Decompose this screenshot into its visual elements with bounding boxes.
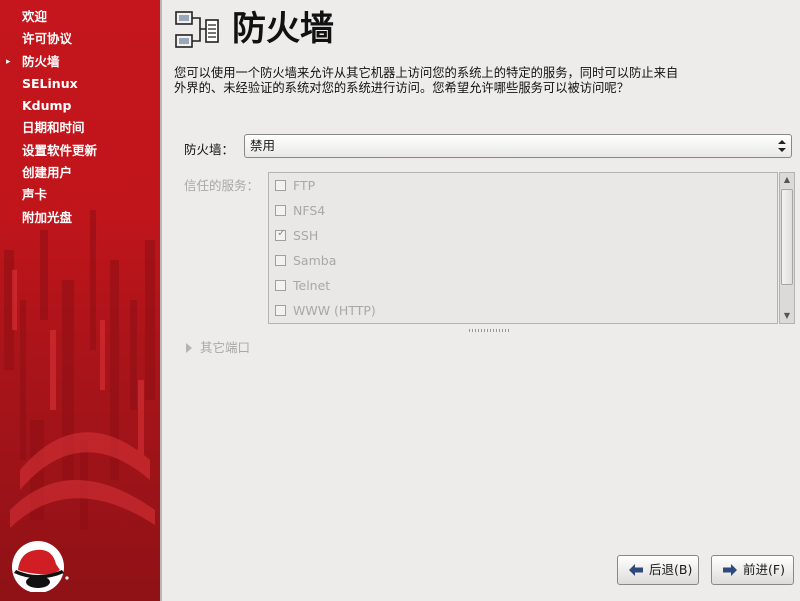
sidebar-item-label: 创建用户 [22,165,73,181]
sidebar-item-label: Kdump [22,98,72,114]
service-name: NFS4 [293,203,326,218]
service-checkbox[interactable] [275,305,286,316]
services-scrollbar[interactable]: ▲ ▼ [779,172,795,324]
sidebar-steps: 欢迎 许可协议 ▸ 防火墙 SELinux Kdump 日期和时间 设置软件更新 … [0,6,160,229]
sidebar-item-label: 声卡 [22,187,48,203]
sidebar-item-kdump: Kdump [0,95,160,117]
trusted-services-list[interactable]: FTP NFS4 ✓ SSH Samba Telnet WWW (HTTP) [268,172,778,324]
service-checkbox[interactable] [275,255,286,266]
page-title: 防火墙 [232,9,334,49]
current-step-arrow-icon: ▸ [6,56,11,67]
firewall-state-select[interactable]: 禁用 [244,134,792,158]
service-checkbox-checked[interactable]: ✓ [275,228,286,241]
firewall-label: 防火墙： [184,142,235,157]
trusted-services-label: 信任的服务： [184,178,260,193]
service-name: FTP [293,178,316,193]
network-firewall-icon [175,11,219,48]
sidebar-item-date-time: 日期和时间 [0,117,160,139]
sidebar-item-label: 欢迎 [22,9,48,24]
service-name: Telnet [293,278,331,293]
redhat-logo-icon [12,541,69,592]
sidebar-item-label: 设置软件更新 [22,142,98,158]
sidebar-item-label: 防火墙 [22,53,60,69]
sidebar: 欢迎 许可协议 ▸ 防火墙 SELinux Kdump 日期和时间 设置软件更新 … [0,0,160,601]
arrow-left-icon [629,564,643,576]
service-name: WWW (HTTP) [293,303,376,318]
service-name: SSH [293,228,319,243]
service-checkbox[interactable] [275,180,286,191]
service-name: Samba [293,253,337,268]
checkmark-icon: ✓ [277,228,286,239]
sidebar-item-software-updates: 设置软件更新 [0,140,160,162]
sidebar-item-firewall: ▸ 防火墙 [0,51,160,73]
sidebar-item-label: 许可协议 [22,31,73,47]
sidebar-item-label: 附加光盘 [22,209,73,225]
arrow-right-icon [723,564,737,576]
sidebar-item-license: 许可协议 [0,28,160,50]
scroll-down-arrow-icon[interactable]: ▼ [780,309,794,323]
sidebar-item-additional-cds: 附加光盘 [0,207,160,229]
sidebar-item-selinux: SELinux [0,73,160,95]
sidebar-item-label: SELinux [22,75,78,91]
next-button-label: 前进(F) [743,562,785,577]
service-checkbox[interactable] [275,280,286,291]
updown-arrows-icon [778,140,786,152]
back-button-label: 后退(B) [649,562,693,577]
service-checkbox[interactable] [275,205,286,216]
firewall-selected-value: 禁用 [250,138,276,153]
pane-resize-grip[interactable] [469,329,511,332]
back-button[interactable]: 后退(B) [617,555,699,585]
sidebar-item-welcome: 欢迎 [0,6,160,28]
expander-arrow-icon [186,343,192,353]
sidebar-item-create-user: 创建用户 [0,162,160,184]
scrollbar-thumb[interactable] [781,189,793,285]
other-ports-expander[interactable]: 其它端口 [186,337,250,356]
sidebar-divider [160,0,162,601]
scroll-up-arrow-icon[interactable]: ▲ [780,173,794,187]
page-description: 您可以使用一个防火墙来允许从其它机器上访问您的系统上的特定的服务，同时可以防止来… [174,66,679,95]
other-ports-label: 其它端口 [200,340,251,355]
next-button[interactable]: 前进(F) [711,555,794,585]
sidebar-item-soundcard: 声卡 [0,184,160,206]
sidebar-item-label: 日期和时间 [22,120,85,136]
